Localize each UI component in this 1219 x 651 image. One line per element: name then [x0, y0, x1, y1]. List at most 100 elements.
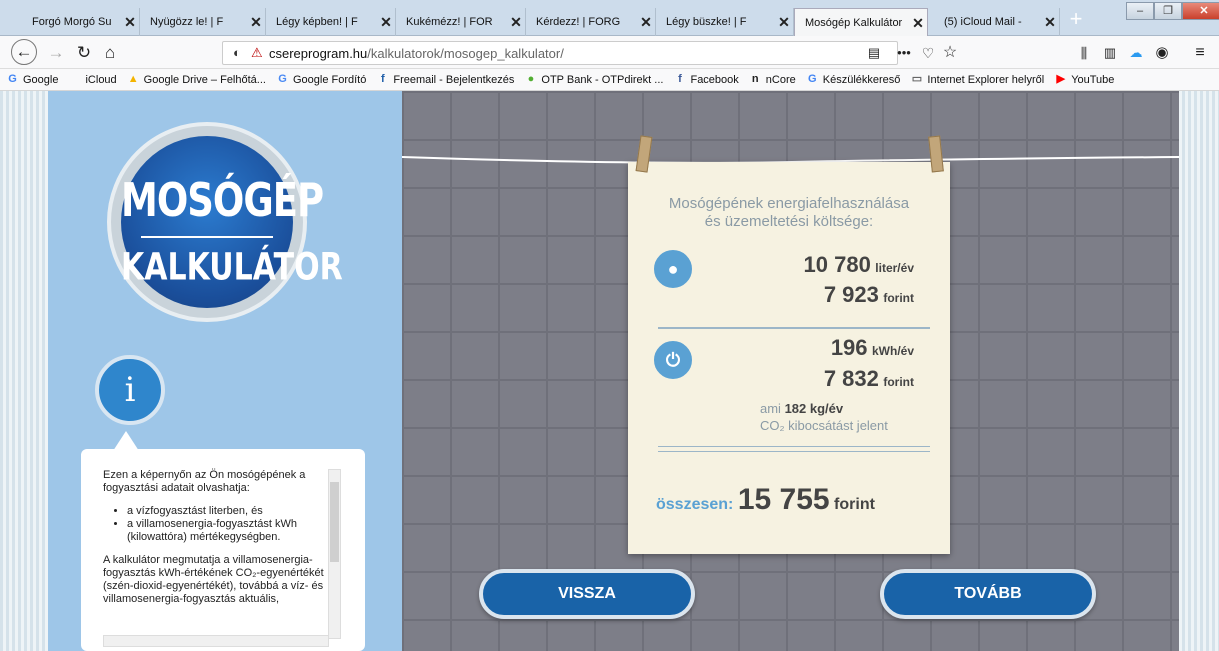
page-actions-icon[interactable]: ••• [892, 41, 916, 65]
account-icon[interactable]: ◉ [1150, 41, 1174, 65]
bookmark-item[interactable]: G Google [6, 73, 58, 86]
bookmark-label: nCore [765, 73, 796, 86]
tab-title: (5) iCloud Mail - [944, 16, 1022, 28]
bookmark-item[interactable]: ● OTP Bank - OTPdirekt ... [524, 73, 664, 86]
bookmark-item[interactable]: G Google Fordító [276, 73, 366, 86]
info-bullet: a villamosenergia-fogyasztást kWh (kilow… [127, 518, 331, 544]
bookmarks-bar: G Google iCloud ▲ Google Drive – Felhőtá... G… [0, 69, 1219, 91]
bookmark-favicon-icon: f [678, 73, 682, 85]
menu-icon[interactable]: ≡ [1188, 41, 1212, 65]
tab[interactable]: Légy képben! | F ✕ [266, 8, 396, 36]
total-row: összesen: 15 755 forint [656, 483, 875, 517]
tab-close-icon[interactable]: ✕ [377, 14, 395, 31]
tab[interactable]: Kukémézz! | FOR ✕ [396, 8, 526, 36]
divider [658, 446, 930, 447]
scrollbar-thumb[interactable] [330, 482, 339, 562]
total-label: összesen: [656, 496, 734, 513]
total-unit: forint [834, 496, 875, 513]
bookmark-label: Freemail - Bejelentkezés [393, 73, 515, 86]
tab-close-icon[interactable]: ✕ [507, 14, 525, 31]
tab-close-icon[interactable]: ✕ [637, 14, 655, 31]
water-cost-value: 7 923 [823, 282, 879, 307]
back-button[interactable]: VISSZA [479, 569, 695, 619]
tab[interactable]: Forgó Morgó Su ✕ [22, 8, 140, 36]
electric-amount-unit: kWh/év [871, 344, 914, 358]
tab[interactable]: Légy büszke! | F ✕ [656, 8, 794, 36]
tab-title: Légy képben! | F [276, 16, 358, 28]
logo-text-line1: MOSÓGÉP [121, 173, 324, 228]
bookmark-item[interactable]: ▲ Google Drive – Felhőtá... [127, 73, 266, 86]
url-path: /kalkulatorok/mosogep_kalkulator/ [367, 46, 564, 61]
maximize-icon[interactable]: ❐ [1154, 2, 1182, 20]
plug-icon: ⏻ [654, 341, 692, 379]
bookmark-favicon-icon: ▭ [911, 73, 923, 85]
bookmark-label: Facebook [690, 73, 739, 86]
vertical-scrollbar[interactable] [328, 469, 341, 639]
page-content: MOSÓGÉP KALKULÁTOR i Ezen a képernyőn az… [0, 91, 1219, 651]
card-title-line2: és üzemeltetési költsége: [704, 213, 874, 230]
close-window-icon[interactable]: ✕ [1182, 2, 1219, 20]
tab[interactable]: (5) iCloud Mail - ✕ [930, 8, 1060, 36]
new-tab-icon[interactable]: + [1064, 6, 1088, 32]
electric-amount-value: 196 [830, 335, 868, 360]
bookmark-item[interactable]: ▭ Internet Explorer helyről [910, 73, 1044, 86]
info-pointer [113, 431, 139, 451]
url-text[interactable]: csereprogram.hu/kalkulatorok/mosogep_kal… [269, 46, 564, 61]
electric-amount: 196 kWh/év [831, 335, 914, 361]
bookmark-item[interactable]: ▶ YouTube [1054, 73, 1114, 86]
sidebar-icon[interactable]: ▥ [1098, 41, 1122, 65]
shield-icon[interactable]: ◐ [233, 45, 241, 60]
bookmark-favicon-icon: G [807, 73, 817, 85]
electric-cost-value: 7 832 [823, 366, 879, 391]
tab-title: Mosógép Kalkulátor [805, 17, 903, 29]
card-title-line1: Mosógépének energiafelhasználása [668, 195, 910, 212]
bookmark-item[interactable]: f Facebook [673, 73, 739, 86]
tab-close-icon[interactable]: ✕ [1041, 14, 1059, 31]
logo-text-line2: KALKULÁTOR [121, 245, 343, 290]
info-paragraph: A kalkulátor megmutatja a villamosenergi… [103, 554, 324, 605]
minimize-icon[interactable]: – [1126, 2, 1154, 20]
bookmark-item[interactable]: iCloud [68, 73, 116, 86]
bookmark-item[interactable]: f Freemail - Bejelentkezés [376, 73, 514, 86]
bookmark-item[interactable]: n nCore [749, 73, 796, 86]
tab[interactable]: Kérdezz! | FORG ✕ [526, 8, 656, 36]
logo: MOSÓGÉP KALKULÁTOR [107, 122, 343, 322]
tab-close-icon[interactable]: ✕ [247, 14, 265, 31]
tab-close-icon[interactable]: ✕ [909, 15, 927, 32]
library-icon[interactable]: ⫼ [1072, 41, 1096, 65]
bookmark-label: Google Drive – Felhőtá... [143, 73, 266, 86]
co2-value: 182 kg/év [784, 401, 844, 416]
tab-bar: Forgó Morgó Su ✕ Nyügözz le! | F ✕ Légy ké… [0, 0, 1219, 37]
tab-title: Légy büszke! | F [666, 16, 747, 28]
insecure-lock-icon[interactable]: ⚠ [251, 45, 263, 61]
tab-close-icon[interactable]: ✕ [121, 14, 139, 31]
pocket-icon[interactable]: ♡ [916, 41, 940, 65]
cloud-icon[interactable]: ☁ [1124, 41, 1148, 65]
bookmark-item[interactable]: G Készülékkereső [806, 73, 900, 86]
forward-icon[interactable]: → [44, 41, 68, 65]
url-bar[interactable]: ◐ ⚠ csereprogram.hu/kalkulatorok/mosogep… [222, 41, 898, 65]
electric-cost: 7 832 forint [824, 366, 914, 392]
horizontal-scrollbar[interactable] [103, 635, 329, 647]
reload-icon[interactable]: ↻ [72, 41, 96, 65]
total-value: 15 755 [737, 483, 830, 516]
bookmark-favicon-icon: ▲ [127, 73, 139, 85]
reader-view-icon[interactable]: ▤ [862, 41, 886, 65]
bookmark-favicon-icon: n [751, 73, 759, 85]
next-button[interactable]: TOVÁBB [880, 569, 1096, 619]
bookmark-star-icon[interactable]: ☆ [938, 41, 962, 65]
divider [658, 451, 930, 452]
bookmark-label: Google [23, 73, 59, 86]
tab-title: Nyügözz le! | F [150, 16, 224, 28]
info-icon[interactable]: i [95, 355, 165, 425]
back-icon[interactable]: ← [11, 39, 37, 65]
tab-active[interactable]: Mosógép Kalkulátor ✕ [794, 8, 928, 37]
divider [658, 327, 930, 329]
water-cost: 7 923 forint [824, 282, 914, 308]
home-icon[interactable]: ⌂ [98, 41, 122, 65]
tab[interactable]: Nyügözz le! | F ✕ [140, 8, 266, 36]
tab-close-icon[interactable]: ✕ [775, 14, 793, 31]
bookmark-label: YouTube [1071, 73, 1115, 86]
water-amount: 10 780 liter/év [804, 252, 914, 278]
bookmark-favicon-icon: G [278, 73, 287, 85]
